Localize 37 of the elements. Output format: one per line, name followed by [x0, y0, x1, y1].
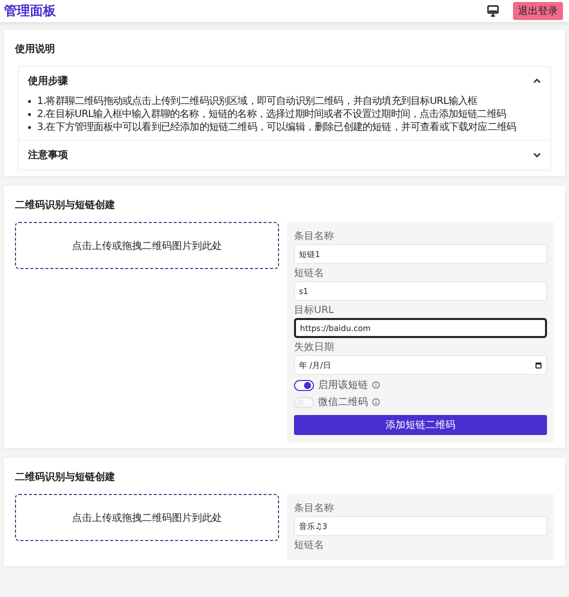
date-placeholder: 年 /月/日 [299, 360, 331, 370]
field-label: 目标URL [294, 304, 335, 317]
calendar-icon [535, 362, 542, 368]
toggle-label: 启用该短链 [318, 378, 368, 392]
toggle-label: 微信二维码 [318, 396, 368, 409]
date-field[interactable]: 年 /月/日 [294, 355, 547, 375]
section-title: 二维码识别与短链创建 [15, 198, 116, 212]
field-label: 条目名称 [294, 230, 335, 243]
info-icon [372, 381, 380, 389]
accordion-title: 使用步骤 [28, 74, 68, 88]
field-label: 短链名 [294, 267, 325, 280]
input-field[interactable]: 短链1 [294, 244, 547, 264]
step-text: 3.在下方管理面板中可以看到已经添加的短链二维码，可以编辑，删除已创建的短链，并可查看或下载对应二维码 [37, 121, 516, 134]
field-label: 条目名称 [294, 502, 335, 515]
upload-dropzone[interactable]: 点击上传或拖拽二维码图片到此处 [15, 494, 279, 541]
bullet-icon [28, 100, 31, 103]
toggle-switch[interactable] [294, 380, 314, 390]
submit-button[interactable]: 添加短链二维码 [294, 415, 547, 435]
info-icon [372, 398, 380, 406]
monitor-icon [487, 5, 499, 17]
step-text: 2.在目标URL输入框中输入群聊的名称，短链的名称，选择过期时间或者不设置过期时间，点击添加短链二维码 [37, 108, 506, 121]
logout-button[interactable]: 退出登录 [513, 2, 563, 20]
field-label: 短链名 [294, 539, 325, 552]
bullet-icon [28, 126, 31, 129]
accordion-header[interactable]: 使用步骤 [19, 67, 550, 95]
field-label: 失效日期 [294, 340, 335, 354]
section-title: 二维码识别与短链创建 [15, 470, 116, 484]
bullet-icon [28, 113, 31, 116]
upload-dropzone[interactable]: 点击上传或拖拽二维码图片到此处 [15, 222, 279, 269]
input-field[interactable]: s1 [294, 281, 547, 301]
accordion-header[interactable]: 注意事项 [19, 141, 550, 169]
input-field[interactable]: 音乐♫3 [294, 516, 547, 536]
step-text: 1.将群聊二维码拖动或点击上传到二维码识别区域，即可自动识别二维码，并自动填充到目标URL输入框 [37, 95, 478, 108]
page-title: 管理面板 [4, 3, 56, 20]
section-title: 使用说明 [15, 42, 56, 56]
accordion-title: 注意事项 [28, 148, 68, 162]
input-field[interactable]: https://baidu.com [294, 318, 547, 338]
